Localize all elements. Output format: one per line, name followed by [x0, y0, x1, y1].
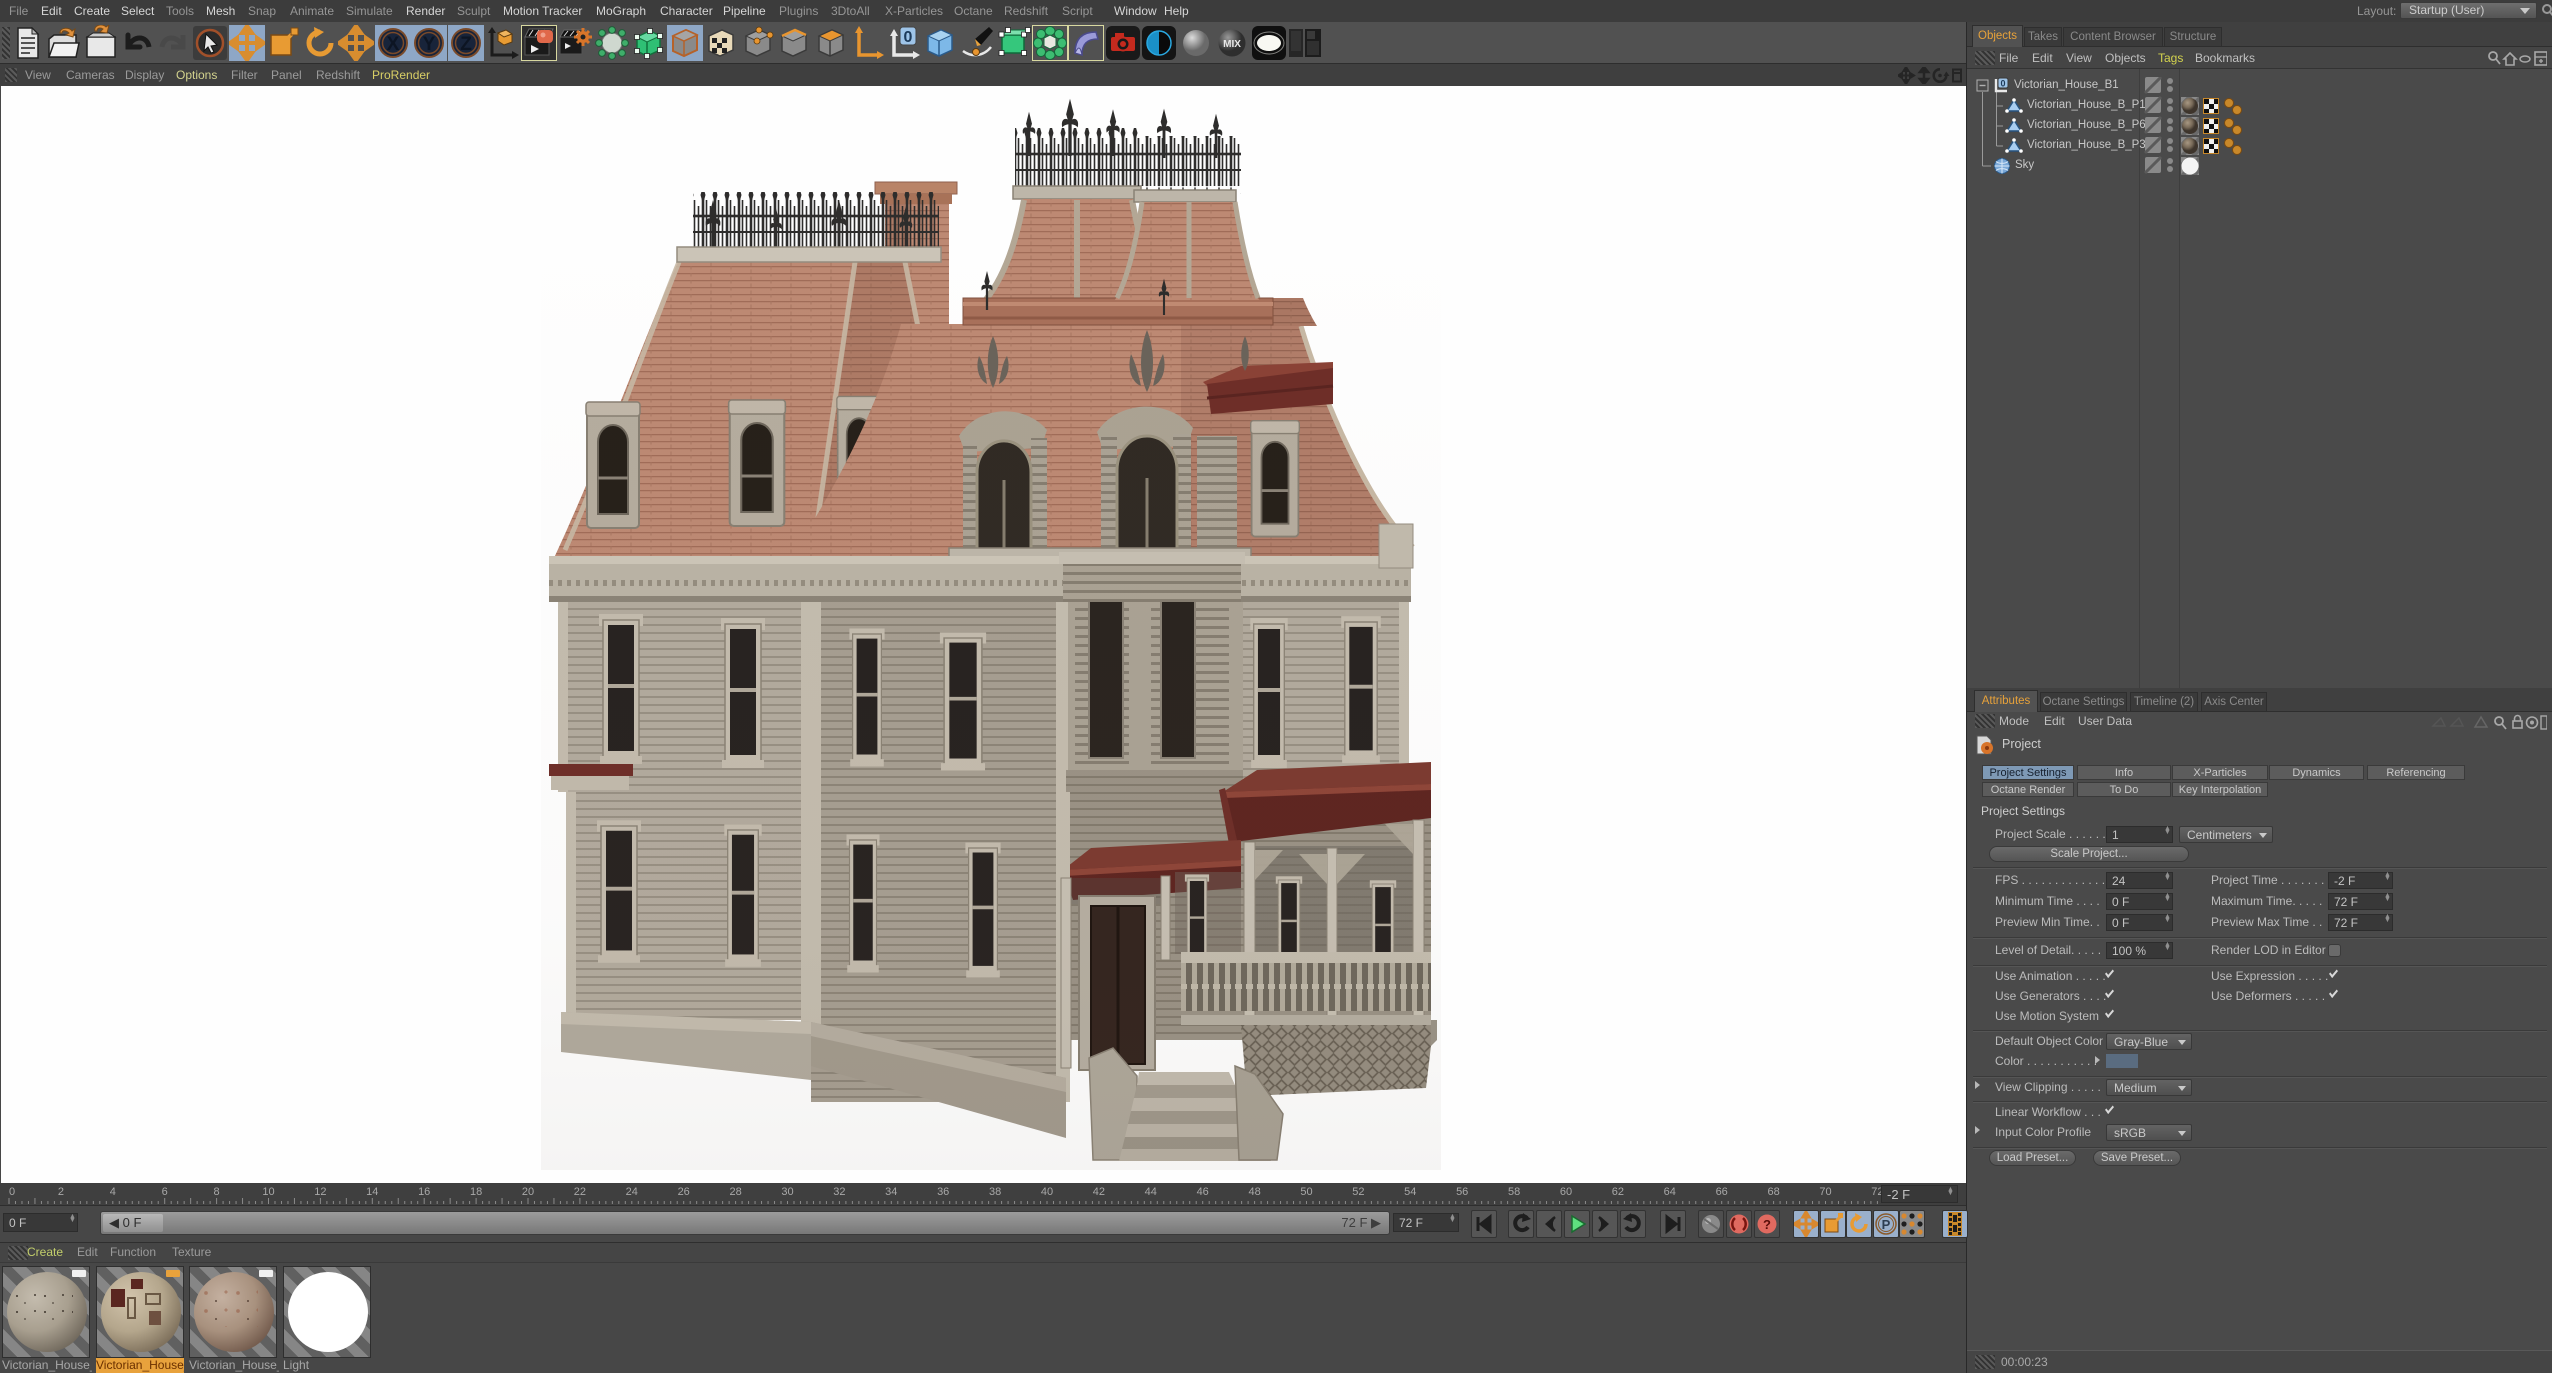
- svg-text:50: 50: [1300, 1186, 1312, 1198]
- svg-text:16: 16: [418, 1186, 430, 1198]
- svg-text:26: 26: [678, 1186, 690, 1198]
- svg-text:62: 62: [1612, 1186, 1624, 1198]
- svg-text:Y: Y: [423, 34, 436, 55]
- svg-text:MIX: MIX: [1223, 39, 1241, 50]
- svg-text:Z: Z: [460, 34, 472, 55]
- svg-text:8: 8: [214, 1186, 220, 1198]
- svg-text:0: 0: [9, 1186, 15, 1198]
- svg-text:38: 38: [989, 1186, 1001, 1198]
- svg-text:52: 52: [1352, 1186, 1364, 1198]
- svg-text:6: 6: [162, 1186, 168, 1198]
- svg-text:40: 40: [1041, 1186, 1053, 1198]
- svg-text:14: 14: [366, 1186, 378, 1198]
- svg-text:56: 56: [1456, 1186, 1468, 1198]
- svg-text:48: 48: [1248, 1186, 1260, 1198]
- svg-text:66: 66: [1716, 1186, 1728, 1198]
- svg-text:24: 24: [626, 1186, 638, 1198]
- svg-text:20: 20: [522, 1186, 534, 1198]
- svg-text:10: 10: [262, 1186, 274, 1198]
- svg-text:P: P: [1882, 1217, 1891, 1232]
- svg-text:44: 44: [1145, 1186, 1157, 1198]
- svg-text:36: 36: [937, 1186, 949, 1198]
- svg-text:58: 58: [1508, 1186, 1520, 1198]
- svg-text:60: 60: [1560, 1186, 1572, 1198]
- svg-text:64: 64: [1664, 1186, 1676, 1198]
- svg-text:34: 34: [885, 1186, 897, 1198]
- svg-text:28: 28: [729, 1186, 741, 1198]
- svg-text:12: 12: [314, 1186, 326, 1198]
- svg-text:46: 46: [1197, 1186, 1209, 1198]
- svg-text:2: 2: [58, 1186, 64, 1198]
- svg-text:0: 0: [2000, 79, 2005, 89]
- svg-text:68: 68: [1767, 1186, 1779, 1198]
- svg-text:42: 42: [1093, 1186, 1105, 1198]
- svg-text:22: 22: [574, 1186, 586, 1198]
- svg-text:32: 32: [833, 1186, 845, 1198]
- svg-text:4: 4: [110, 1186, 116, 1198]
- svg-text:18: 18: [470, 1186, 482, 1198]
- svg-text:0: 0: [904, 29, 913, 46]
- svg-text:70: 70: [1819, 1186, 1831, 1198]
- svg-text:?: ?: [1763, 1217, 1771, 1232]
- svg-text:X: X: [387, 34, 400, 55]
- svg-text:54: 54: [1404, 1186, 1416, 1198]
- svg-text:30: 30: [781, 1186, 793, 1198]
